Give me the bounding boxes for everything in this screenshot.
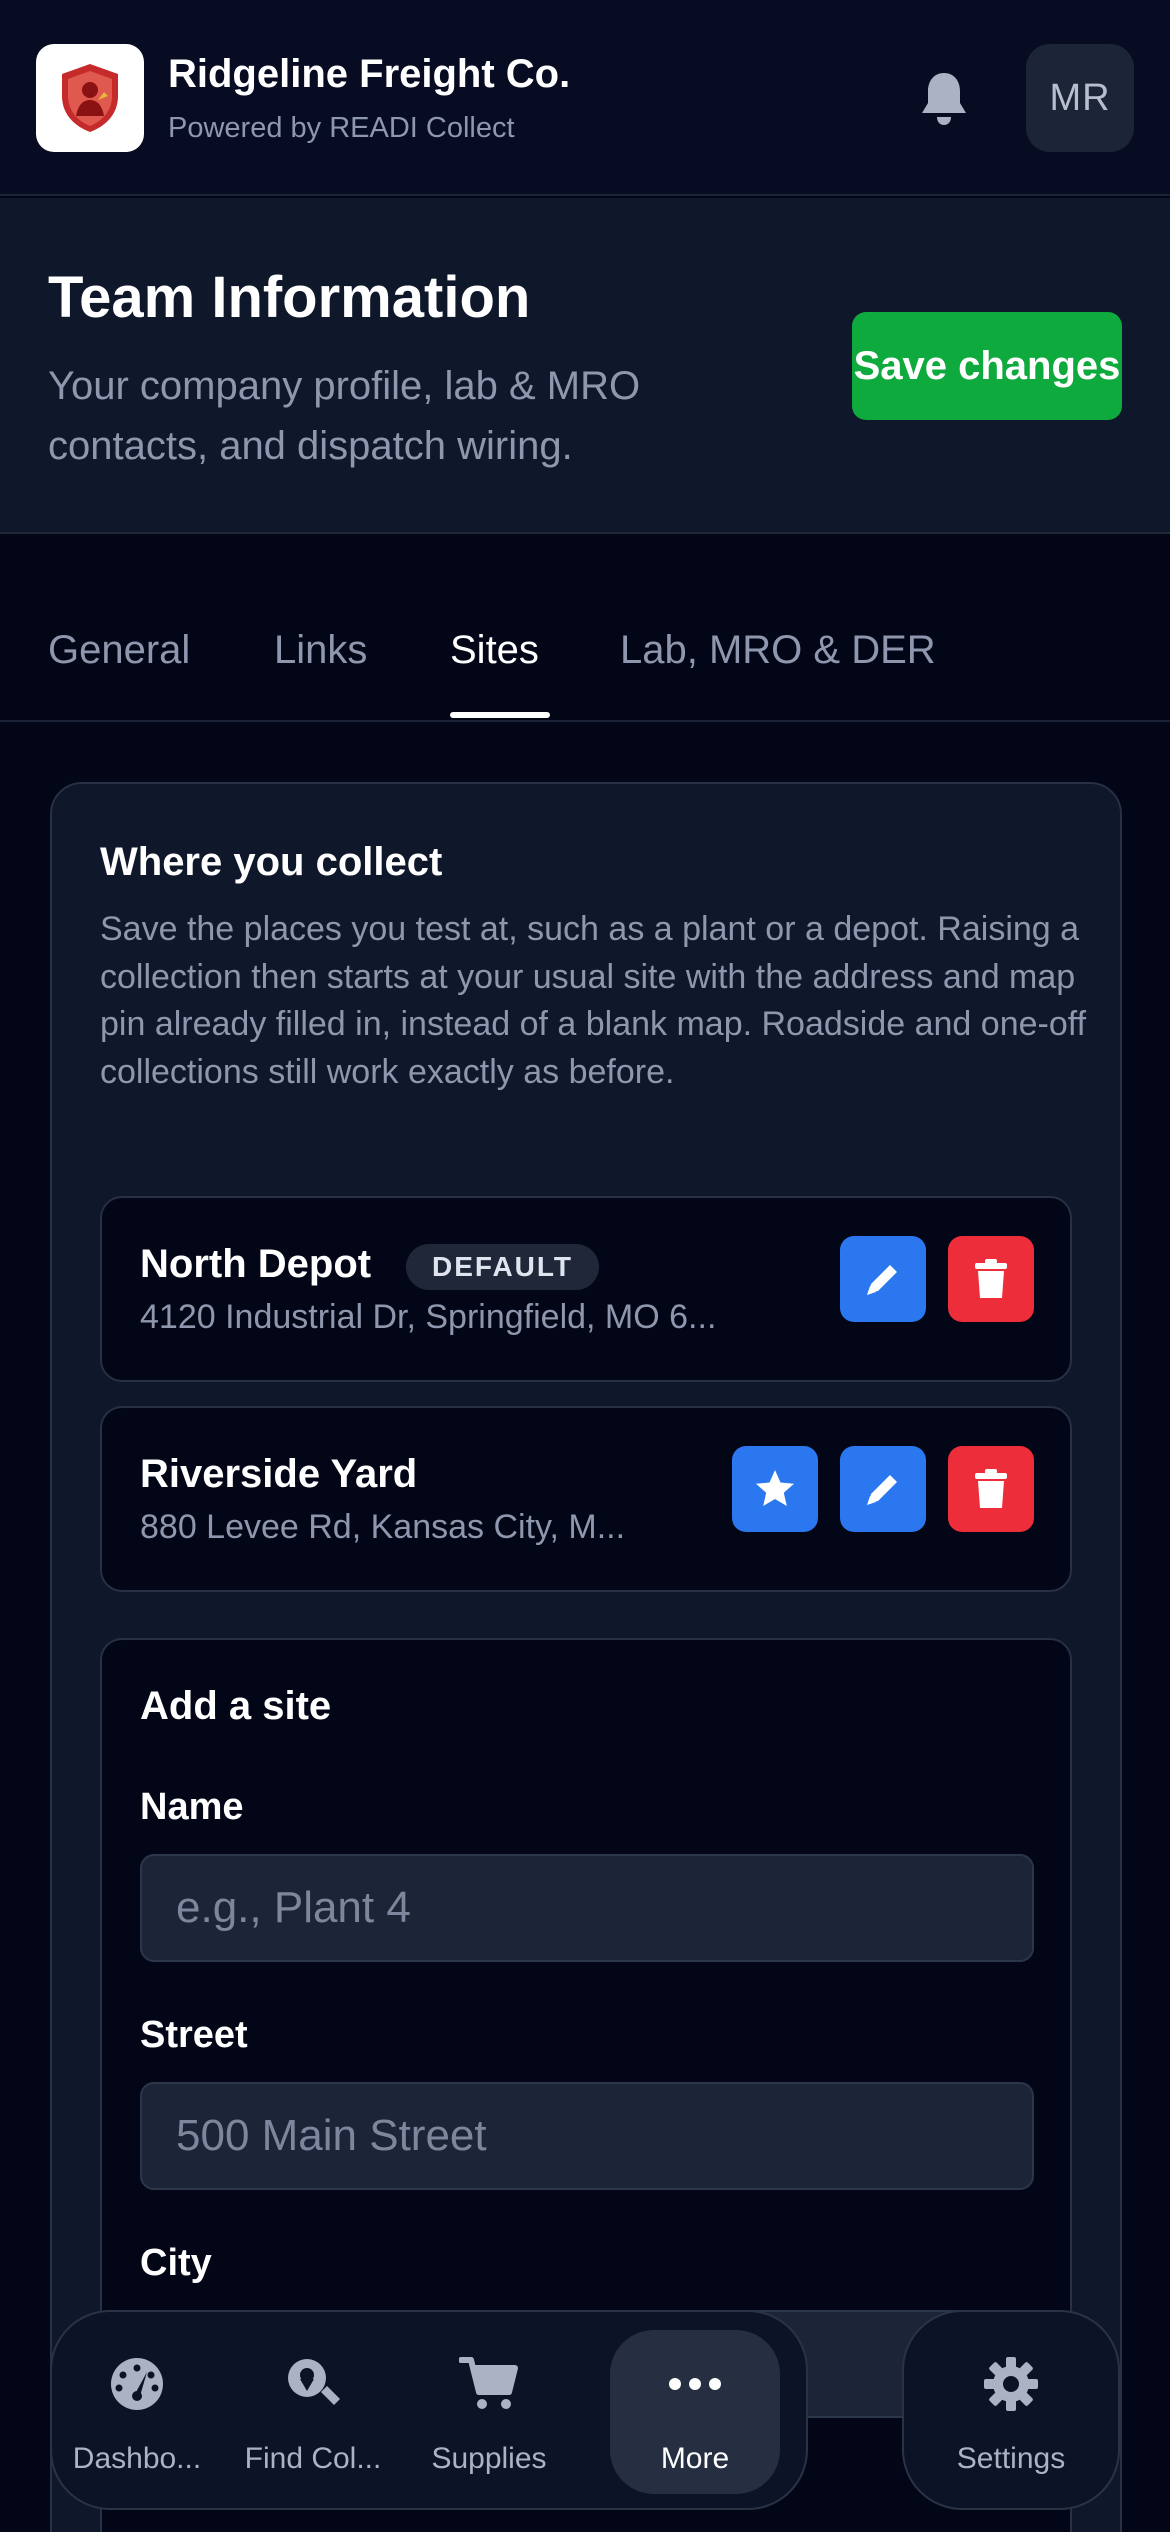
- company-logo: [36, 44, 144, 152]
- nav-label: Find Col...: [244, 2442, 382, 2475]
- page-subtitle: Your company profile, lab & MRO contacts…: [48, 364, 641, 468]
- save-changes-button[interactable]: Save changes: [852, 312, 1122, 420]
- nav-dashboard[interactable]: Dashbo...: [52, 2312, 222, 2512]
- sites-card: Where you collect Save the places you te…: [50, 782, 1122, 2532]
- search-location-icon: [228, 2352, 398, 2416]
- site-address: 4120 Industrial Dr, Springfield, MO 6...: [140, 1298, 717, 1336]
- delete-site-button[interactable]: [948, 1236, 1034, 1322]
- tab-sites[interactable]: Sites: [450, 628, 539, 673]
- edit-site-button[interactable]: [840, 1446, 926, 1532]
- pencil-icon: [867, 1265, 897, 1295]
- tab-general[interactable]: General: [48, 628, 190, 673]
- trash-icon: [975, 1469, 1007, 1508]
- site-address: 880 Levee Rd, Kansas City, M...: [140, 1508, 626, 1546]
- add-site-title: Add a site: [140, 1684, 332, 1728]
- site-name: Riverside Yard: [140, 1452, 418, 1496]
- street-input[interactable]: [140, 2082, 1034, 2190]
- sites-section-title: Where you collect: [100, 840, 443, 884]
- tab-lab-mro-der[interactable]: Lab, MRO & DER: [620, 628, 936, 673]
- nav-more[interactable]: More: [610, 2330, 780, 2494]
- user-avatar[interactable]: MR: [1026, 44, 1134, 152]
- edit-site-button[interactable]: [840, 1236, 926, 1322]
- site-name-input[interactable]: [140, 1854, 1034, 1962]
- gauge-icon: [52, 2352, 222, 2416]
- gear-icon: [904, 2352, 1118, 2416]
- trash-icon: [975, 1259, 1007, 1298]
- page-hero: Team Information Your company profile, l…: [0, 198, 1170, 534]
- street-label: Street: [140, 2014, 248, 2056]
- name-label: Name: [140, 1786, 244, 1828]
- powered-by-text: Powered by READI Collect: [168, 112, 515, 144]
- sites-section-description: Save the places you test at, such as a p…: [100, 910, 1087, 1091]
- star-icon: [756, 1470, 794, 1506]
- section-tabs: General Links Sites Lab, MRO & DER: [0, 536, 1170, 722]
- notifications-bell-icon[interactable]: [912, 66, 976, 130]
- tab-links[interactable]: Links: [274, 628, 367, 673]
- default-badge: DEFAULT: [406, 1244, 600, 1290]
- site-item-riverside-yard: Riverside Yard 880 Levee Rd, Kansas City…: [100, 1406, 1072, 1592]
- delete-site-button[interactable]: [948, 1446, 1034, 1532]
- nav-find-collector[interactable]: Find Col...: [228, 2312, 398, 2512]
- nav-settings[interactable]: Settings: [902, 2310, 1120, 2510]
- city-label: City: [140, 2242, 212, 2284]
- set-default-site-button[interactable]: [732, 1446, 818, 1532]
- nav-label: Dashbo...: [72, 2442, 202, 2475]
- shield-logo-icon: [62, 64, 118, 132]
- site-item-north-depot: North Depot DEFAULT 4120 Industrial Dr, …: [100, 1196, 1072, 1382]
- app-header: Ridgeline Freight Co. Powered by READI C…: [0, 0, 1170, 196]
- nav-supplies[interactable]: Supplies: [404, 2312, 574, 2512]
- bottom-navigation: Dashbo... Find Col... Supplies More: [50, 2310, 808, 2510]
- pencil-icon: [867, 1475, 897, 1505]
- nav-label: Supplies: [431, 2442, 547, 2475]
- site-name: North Depot: [140, 1242, 372, 1286]
- nav-label: More: [660, 2442, 730, 2475]
- page-title: Team Information: [48, 265, 531, 330]
- company-name: Ridgeline Freight Co.: [168, 52, 571, 96]
- nav-label: Settings: [956, 2442, 1066, 2475]
- ellipsis-icon: [610, 2352, 780, 2416]
- active-tab-indicator: [450, 712, 550, 718]
- cart-icon: [404, 2352, 574, 2416]
